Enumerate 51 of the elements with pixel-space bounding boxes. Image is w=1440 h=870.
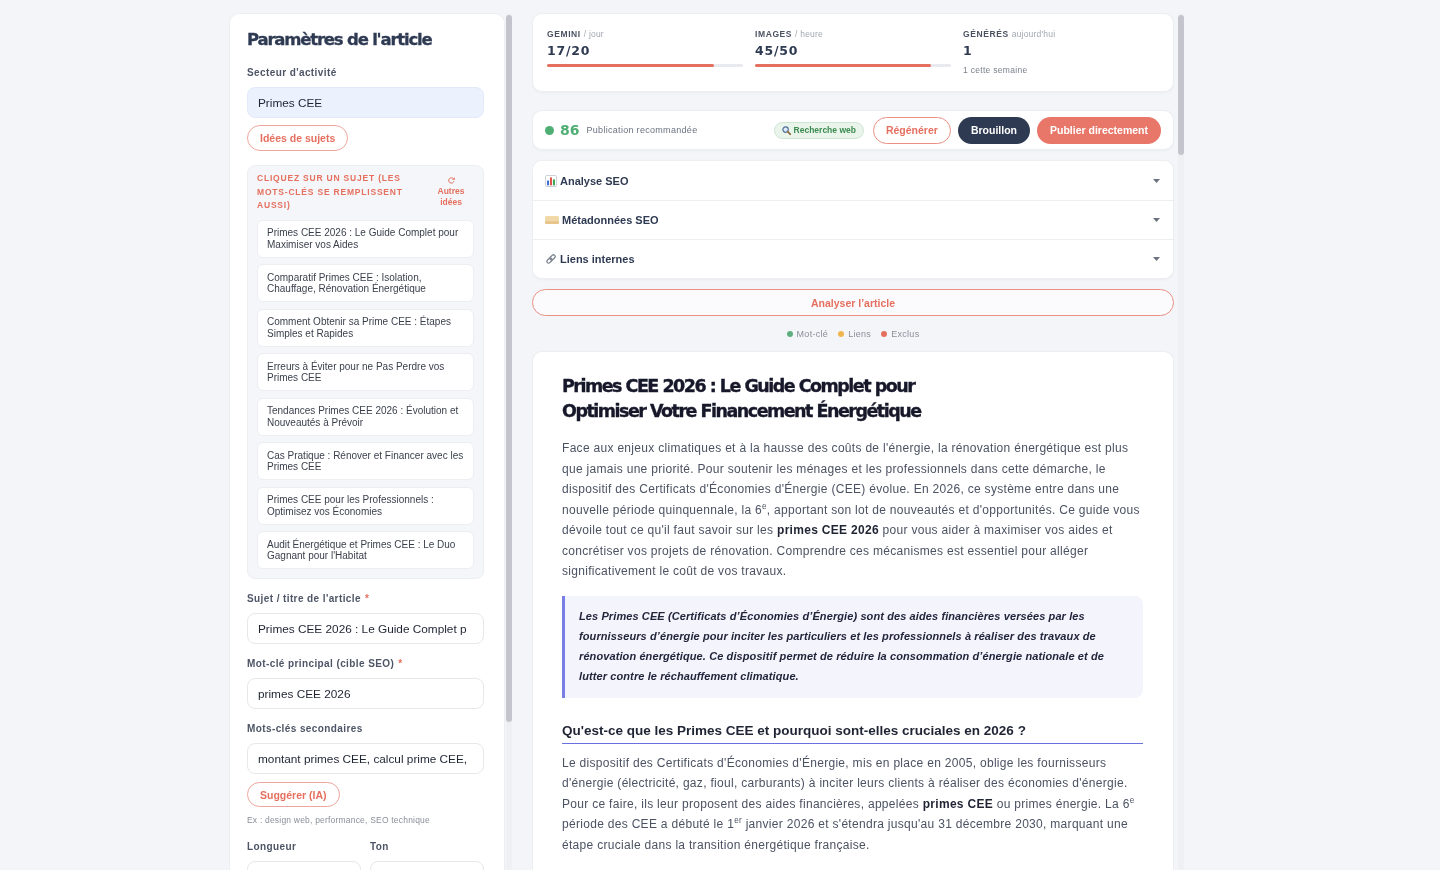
action-button[interactable]: Brouillon — [957, 116, 1030, 144]
field-label: Ton — [370, 840, 390, 854]
text-field[interactable]: montant primes CEE, calcul prime CEE, — [247, 743, 484, 774]
article-paragraph: Le dispositif des Certificats d'Économies d'Énergie, mis en place en 2005, oblige les fournisseurs d'énergie (électricité, gaz, fioul, carburants) à inciter leurs clients à réaliser des économies d'énergie. Pour ce faire, ils leur proposent des aides financières, appelées primes CEE ou primes énergie. La 6$^{e}$ période des CEE a débuté le 1$^{er}$ janvier 2026 et s'étendra jusqu'au 31 décembre 2030, marquant une étape cruciale dans la transition énergétique française. — [562, 754, 1136, 854]
link-icon — [545, 253, 557, 265]
article-paragraph: Face aux enjeux climatiques et à la hausse des coûts de l'énergie, la rénovation énergétique est plus que jamais une priorité. Pour soutenir les ménages et les professionnels dans cette démarche, le dispositif des Certificats d'Économies d'Énergie (CEE) évolue. En 2026, ce système entre dans une nouvelle période quinquennale, la 6$^{e}$, apportant son lot de nouveautés et d'opportunités. Ce guide vous dévoile tout ce qu'il faut savoir sur les primes CEE 2026 pour vous aider à maximiser vos aides et concrétiser vos projets de rénovation. Comprendre ces mécanismes est essentiel pour alléger significativement le coût de vos travaux. — [562, 440, 1141, 580]
panel-title: Paramètres de l'article — [247, 30, 433, 50]
score-value: 86 — [560, 122, 580, 138]
field-hint: Ex : design web, performance, SEO technique — [247, 814, 431, 826]
stat-label: GÉNÉRÉS aujourd'hui — [963, 28, 1057, 40]
score-verdict: Publication recommandée — [586, 125, 698, 135]
topic-suggestion[interactable]: Erreurs à Éviter pour ne Pas Perdre vos Primes CEE — [257, 353, 474, 391]
sector-field[interactable]: Primes CEE — [247, 87, 484, 118]
section-heading: Qu'est-ce que les Primes CEE et pourquoi sont-elles cruciales en 2026 ? — [562, 722, 1143, 744]
stat-value: 17/20 — [547, 43, 592, 59]
scrollbar-thumb[interactable] — [1178, 15, 1184, 155]
stat-value: 1 — [963, 43, 974, 59]
web-search-toggle[interactable]: Recherche web — [773, 121, 864, 139]
article-title: Primes CEE 2026 : Le Guide Complet pour Optimiser Votre Financement Énergétique — [562, 375, 923, 423]
stat-label: GEMINI / jour — [547, 28, 605, 40]
topic-suggestion[interactable]: Audit Énergétique et Primes CEE : Le Duo Gagnant pour l'Habitat — [257, 531, 474, 569]
topic-suggestion[interactable]: Primes CEE 2026 : Le Guide Complet pour Maximiser vos Aides — [257, 219, 474, 258]
field-label: Mots-clés secondaires — [247, 722, 364, 736]
legend-label: Exclus — [891, 328, 920, 340]
topic-suggestion[interactable]: Tendances Primes CEE 2026 : Évolution et Nouveautés à Prévoir — [257, 397, 474, 436]
refresh-icon — [447, 177, 455, 184]
scrollbar-thumb[interactable] — [506, 15, 512, 722]
bar-chart-icon — [545, 174, 557, 187]
accordion-header[interactable]: Métadonnées SEO — [533, 200, 1173, 239]
legend-label: Mot-clé — [796, 328, 829, 340]
topic-suggestion[interactable]: Comment Obtenir sa Prime CEE : Étapes Simples et Rapides — [257, 308, 474, 347]
accordion-header[interactable]: Liens internes — [533, 239, 1173, 278]
legend-label: Liens — [848, 328, 872, 340]
field-label: Sujet / titre de l'article * — [247, 592, 371, 606]
article-quote: Les Primes CEE (Certificats d’Économies d’Énergie) sont des aides financières versées par les fournisseurs d’énergie pour inciter les particuliers et les professionnels à réaliser des travaux de rénovation énergétique. Ce dispositif permet de réduire la consommation d’énergie nationale et de lutter contre le réchauffement climatique. — [562, 595, 1143, 698]
topic-suggestion[interactable]: Primes CEE pour les Professionnels : Optimisez vos Économies — [257, 486, 474, 525]
stat-label: IMAGES / heure — [755, 28, 824, 40]
accordion-header[interactable]: Analyse SEO — [533, 161, 1173, 200]
text-field[interactable]: primes CEE 2026 — [247, 678, 484, 709]
field-label: Longueur — [247, 840, 298, 854]
stat-note: 1 cette semaine — [963, 64, 1029, 76]
stat-value: 45/50 — [755, 43, 800, 59]
topic-suggestion[interactable]: Comparatif Primes CEE : Isolation, Chauffage, Rénovation Énergétique — [257, 264, 474, 302]
field-label: Secteur d'activité — [247, 66, 338, 80]
text-field[interactable]: Primes CEE 2026 : Le Guide Complet p — [247, 613, 484, 644]
topic-suggestion[interactable]: Cas Pratique : Rénover et Financer avec les Primes CEE — [257, 442, 474, 480]
status-dot-icon — [545, 125, 554, 135]
search-icon — [781, 125, 791, 135]
label-tag-icon — [545, 216, 559, 224]
field-label: Mot-clé principal (cible SEO) * — [247, 657, 404, 671]
suggestions-heading: CLIQUEZ SUR UN SUJET (LES MOTS-CLÉS SE REMPLISSENT AUSSI) — [257, 172, 404, 212]
